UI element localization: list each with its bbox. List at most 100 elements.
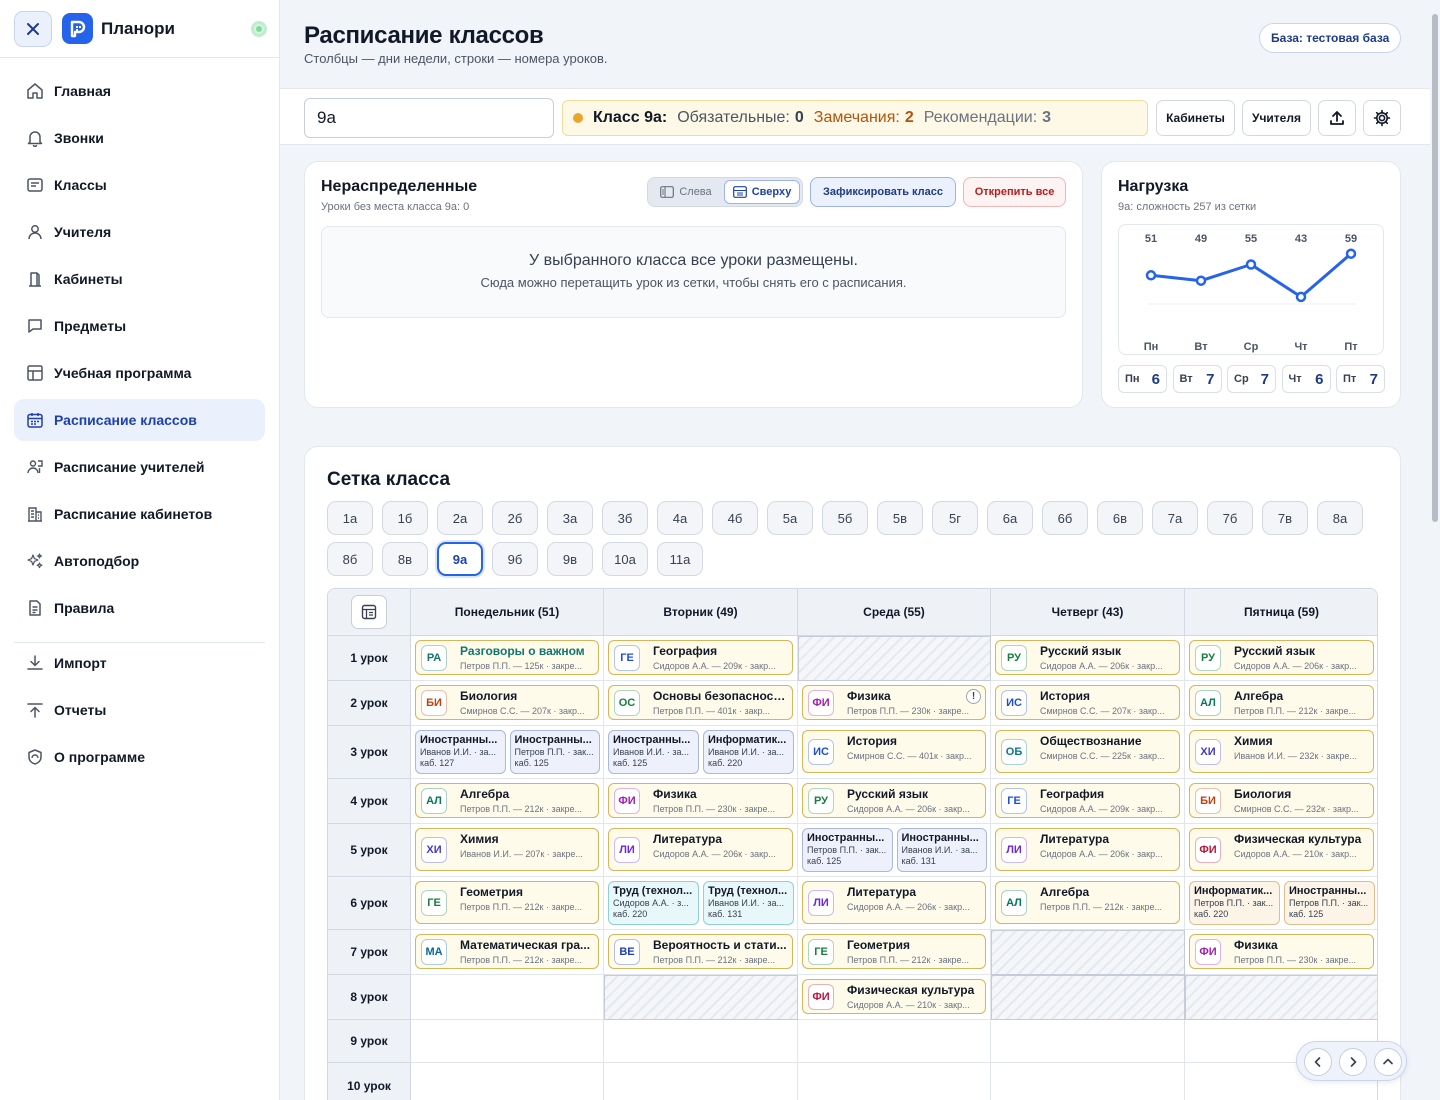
nav-item-calendar[interactable]: Расписание классов (14, 399, 265, 441)
schedule-cell[interactable]: ГЕ География Сидоров А.А. — 209к · закр... (604, 636, 798, 681)
lesson-card[interactable]: ЛИ Литература Сидоров А.А. — 206к · закр..… (608, 828, 793, 871)
next-button[interactable] (1339, 1048, 1367, 1076)
schedule-cell[interactable]: Информатик... Петров П.П. · зак... каб. 22… (1185, 877, 1377, 930)
lesson-card[interactable]: ВЕ Вероятность и стати... Петров П.П. — 21… (608, 934, 793, 969)
lesson-card[interactable]: ОБ Обществознание Смирнов С.С. — 225к · за… (995, 730, 1180, 773)
class-status-bar[interactable]: Класс 9а: Обязательные: 0 Замечания: 2 Р… (562, 100, 1148, 136)
schedule-cell[interactable] (411, 1063, 604, 1100)
schedule-cell[interactable] (798, 1063, 991, 1100)
nav-item-user[interactable]: Учителя (14, 211, 265, 253)
schedule-cell[interactable]: ЛИ Литература Сидоров А.А. — 206к · закр..… (604, 824, 798, 877)
schedule-cell[interactable]: ГЕ Геометрия Петров П.П. — 212к · закре... (798, 930, 991, 975)
nav-item-sparkles[interactable]: Автоподбор (14, 540, 265, 582)
close-sidebar-button[interactable] (14, 11, 52, 47)
schedule-cell[interactable]: ГЕ География Сидоров А.А. — 209к · закр... (991, 779, 1185, 824)
class-chip[interactable]: 9в (547, 542, 593, 576)
class-chip[interactable]: 5в (877, 501, 923, 535)
split-lesson-card[interactable]: Иностранны... Петров П.П. · зак... каб. 12… (509, 730, 600, 774)
schedule-cell[interactable]: ЛИ Литература Сидоров А.А. — 206к · закр..… (798, 877, 991, 930)
class-chip[interactable]: 4а (657, 501, 703, 535)
schedule-cell[interactable]: ГЕ Геометрия Петров П.П. — 212к · закре... (411, 877, 604, 930)
nav-item-card[interactable]: Классы (14, 164, 265, 206)
page-scrollbar[interactable] (1430, 0, 1440, 1100)
schedule-cell[interactable]: ОС Основы безопасност... Петров П.П. — 401… (604, 681, 798, 726)
nav-item-teachers[interactable]: Расписание учителей (14, 446, 265, 488)
schedule-cell[interactable]: ВЕ Вероятность и стати... Петров П.П. — 21… (604, 930, 798, 975)
lesson-card[interactable]: АЛ Алгебра Петров П.П. — 212к · закре... (1189, 685, 1374, 720)
schedule-cell[interactable]: Иностранны... Иванов И.И. · за... каб. 125… (604, 726, 798, 779)
schedule-cell[interactable]: Иностранны... Иванов И.И. · за... каб. 127… (411, 726, 604, 779)
schedule-cell[interactable]: МА Математическая гра... Петров П.П. — 212… (411, 930, 604, 975)
lesson-card[interactable]: МА Математическая гра... Петров П.П. — 212… (415, 934, 599, 969)
lesson-card[interactable]: ОС Основы безопасност... Петров П.П. — 401… (608, 685, 793, 720)
class-chip[interactable]: 6а (987, 501, 1033, 535)
schedule-cell[interactable]: ФИ Физика Петров П.П. — 230к · закре... (1185, 930, 1377, 975)
lesson-card[interactable]: ГЕ География Сидоров А.А. — 209к · закр... (608, 640, 793, 675)
nav-item-upload[interactable]: Отчеты (14, 689, 265, 731)
class-chip[interactable]: 2а (437, 501, 483, 535)
split-lesson-card[interactable]: Иностранны... Иванов И.И. · за... каб. 125 (608, 730, 699, 774)
lesson-card[interactable]: ЛИ Литература Сидоров А.А. — 206к · закр..… (995, 828, 1180, 871)
blocked-slot[interactable] (604, 975, 798, 1020)
schedule-cell[interactable]: Труд (технол... Сидоров А.А. · з... каб. 2… (604, 877, 798, 930)
schedule-cell[interactable]: АЛ Алгебра Петров П.П. — 212к · закре... (991, 877, 1185, 930)
schedule-cell[interactable]: БИ Биология Смирнов С.С. — 232к · закр... (1185, 779, 1377, 824)
class-chip[interactable]: 5б (822, 501, 868, 535)
blocked-slot[interactable] (991, 930, 1185, 975)
schedule-cell[interactable] (604, 1020, 798, 1063)
schedule-cell[interactable]: ЛИ Литература Сидоров А.А. — 206к · закр..… (991, 824, 1185, 877)
class-chip[interactable]: 8б (327, 542, 373, 576)
class-search-input[interactable] (304, 98, 554, 138)
class-chip[interactable]: 10а (602, 542, 648, 576)
nav-item-door[interactable]: Кабинеты (14, 258, 265, 300)
unassigned-dropzone[interactable]: У выбранного класса все уроки размещены.… (321, 226, 1066, 318)
schedule-cell[interactable]: ИС История Смирнов С.С. — 401к · закр... (798, 726, 991, 779)
class-chip[interactable]: 6б (1042, 501, 1088, 535)
schedule-cell[interactable]: БИ Биология Смирнов С.С. — 207к · закр... (411, 681, 604, 726)
scrollbar-thumb[interactable] (1432, 14, 1438, 522)
schedule-cell[interactable] (991, 1020, 1185, 1063)
nav-item-table[interactable]: Учебная программа (14, 352, 265, 394)
class-chip[interactable]: 5г (932, 501, 978, 535)
split-lesson-card[interactable]: Труд (технол... Сидоров А.А. · з... каб. 2… (608, 881, 699, 925)
lesson-card[interactable]: ХИ Химия Иванов И.И. — 207к · закре... (415, 828, 599, 871)
schedule-cell[interactable]: ФИ Физика Петров П.П. — 230к · закре... (604, 779, 798, 824)
class-chip[interactable]: 7б (1207, 501, 1253, 535)
nav-item-download[interactable]: Импорт (14, 642, 265, 684)
split-lesson-card[interactable]: Иностранны... Иванов И.И. · за... каб. 131 (896, 828, 987, 872)
class-chip[interactable]: 6в (1097, 501, 1143, 535)
lesson-card[interactable]: ГЕ Геометрия Петров П.П. — 212к · закре... (802, 934, 986, 969)
schedule-cell[interactable]: ОБ Обществознание Смирнов С.С. — 225к · за… (991, 726, 1185, 779)
schedule-cell[interactable] (991, 1063, 1185, 1100)
split-lesson-card[interactable]: Информатик... Петров П.П. · зак... каб. 22… (1189, 881, 1280, 925)
schedule-cell[interactable]: АЛ Алгебра Петров П.П. — 212к · закре... (1185, 681, 1377, 726)
split-lesson-card[interactable]: Иностранны... Иванов И.И. · за... каб. 127 (415, 730, 506, 774)
unpin-all-button[interactable]: Открепить все (963, 177, 1066, 207)
schedule-cell[interactable] (411, 1020, 604, 1063)
teachers-button[interactable]: Учителя (1242, 100, 1311, 136)
class-chip[interactable]: 2б (492, 501, 538, 535)
class-chip[interactable]: 7в (1262, 501, 1308, 535)
export-button[interactable] (1318, 100, 1356, 136)
lesson-card[interactable]: ГЕ География Сидоров А.А. — 209к · закр... (995, 783, 1180, 818)
schedule-cell[interactable] (798, 1020, 991, 1063)
schedule-cell[interactable]: РУ Русский язык Сидоров А.А. — 206к · закр… (798, 779, 991, 824)
schedule-cell[interactable]: РА Разговоры о важном Петров П.П. — 125к ·… (411, 636, 604, 681)
lesson-card[interactable]: ФИ Физика Петров П.П. — 230к · закре...! (802, 685, 986, 720)
split-lesson-card[interactable]: Иностранны... Петров П.П. · зак... каб. 12… (802, 828, 893, 872)
nav-item-shield[interactable]: О программе (14, 736, 265, 778)
nav-item-bell[interactable]: Звонки (14, 117, 265, 159)
class-chip[interactable]: 1а (327, 501, 373, 535)
class-chip[interactable]: 3а (547, 501, 593, 535)
lesson-card[interactable]: ЛИ Литература Сидоров А.А. — 206к · закр..… (802, 881, 986, 924)
rooms-button[interactable]: Кабинеты (1156, 100, 1235, 136)
settings-button[interactable] (1363, 100, 1401, 136)
lesson-card[interactable]: АЛ Алгебра Петров П.П. — 212к · закре... (995, 881, 1180, 924)
lesson-card[interactable]: ФИ Физика Петров П.П. — 230к · закре... (1189, 934, 1374, 969)
scroll-top-button[interactable] (1374, 1048, 1402, 1076)
split-lesson-card[interactable]: Иностранны... Петров П.П. · зак... каб. 12… (1284, 881, 1375, 925)
class-chip[interactable]: 3б (602, 501, 648, 535)
toggle-left-option[interactable]: Слева (650, 180, 722, 204)
lesson-card[interactable]: ХИ Химия Иванов И.И. — 232к · закре... (1189, 730, 1374, 773)
class-chip[interactable]: 9б (492, 542, 538, 576)
